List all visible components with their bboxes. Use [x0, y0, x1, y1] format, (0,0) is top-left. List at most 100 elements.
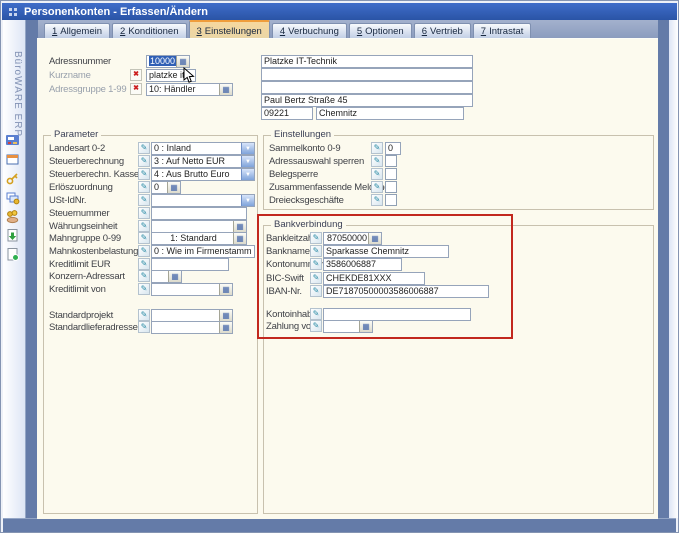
cards-icon[interactable] [5, 190, 21, 206]
plz-input[interactable]: 09221 [261, 107, 313, 120]
edit-icon[interactable]: ✎ [371, 168, 383, 180]
erloeszuordnung-input[interactable]: 0▦ [151, 181, 181, 194]
field-row: Dreiecksgeschäfte ✎ [269, 194, 469, 207]
import-icon[interactable] [5, 228, 21, 244]
clear-field-icon[interactable]: ✖ [130, 69, 142, 81]
tab-einstellungen[interactable]: 3Einstellungen [189, 20, 270, 38]
zahlung-von-input[interactable]: ▦ [323, 320, 373, 333]
belegsperre-checkbox[interactable] [385, 168, 397, 180]
edit-icon[interactable]: ✎ [371, 194, 383, 206]
field-row: Zahlung von ✎ ▦ [266, 320, 512, 333]
tab-vertrieb[interactable]: 6Vertrieb [414, 23, 471, 38]
edit-icon[interactable]: ✎ [138, 245, 150, 257]
edit-icon[interactable]: ✎ [138, 142, 150, 154]
dreiecksgeschaefte-checkbox[interactable] [385, 194, 397, 206]
lookup-button[interactable]: ▦ [176, 56, 189, 67]
field-label: Konzern-Adressart [49, 271, 125, 282]
lookup-button[interactable]: ▦ [219, 310, 232, 321]
lookup-button[interactable]: ▦ [219, 284, 232, 295]
field-label: Steuernummer [49, 208, 109, 219]
edit-icon[interactable]: ✎ [371, 142, 383, 154]
landesart-select[interactable]: 0 : Inland▼ [151, 142, 255, 155]
edit-icon[interactable]: ✎ [138, 321, 150, 333]
edit-icon[interactable]: ✎ [138, 168, 150, 180]
document-check-icon[interactable] [5, 247, 21, 263]
edit-icon[interactable]: ✎ [310, 258, 322, 270]
edit-icon[interactable]: ✎ [138, 155, 150, 167]
field-label: Dreiecksgeschäfte [269, 195, 344, 206]
steuernummer-input[interactable] [151, 207, 247, 220]
field-row: Steuernummer ✎ [49, 207, 255, 220]
edit-icon[interactable]: ✎ [310, 285, 322, 297]
kurzname-label: Kurzname [49, 70, 91, 81]
tab-konditionen[interactable]: 2Konditionen [112, 23, 186, 38]
name1-input[interactable]: Platzke IT-Technik [261, 55, 473, 68]
kontonummer-input[interactable]: 3586006887 [323, 258, 402, 271]
edit-icon[interactable]: ✎ [310, 232, 322, 244]
edit-icon[interactable]: ✎ [371, 155, 383, 167]
konzern-adressart-input[interactable]: ▦ [151, 270, 182, 283]
iban-input[interactable]: DE71870500003586006887 [323, 285, 489, 298]
bankleitzahl-input[interactable]: 87050000▦ [323, 232, 382, 245]
bic-swift-input[interactable]: CHEKDE81XXX [323, 272, 425, 285]
edit-icon[interactable]: ✎ [138, 207, 150, 219]
strasse-input[interactable]: Paul Bertz Straße 45 [261, 94, 473, 107]
mahnkostenbelastung-select[interactable]: 0 : Wie im Firmenstamm eing▼ [151, 245, 255, 258]
lookup-button[interactable]: ▦ [168, 271, 181, 282]
accounting-icon[interactable] [5, 133, 21, 149]
lookup-button[interactable]: ▦ [219, 84, 232, 95]
key-icon[interactable] [5, 171, 21, 187]
tab-verbuchung[interactable]: 4Verbuchung [272, 23, 347, 38]
lookup-button[interactable]: ▦ [167, 182, 180, 193]
dropdown-arrow-icon[interactable]: ▼ [241, 156, 254, 167]
standardlieferadresse-input[interactable]: ▦ [151, 321, 233, 334]
edit-icon[interactable]: ✎ [138, 194, 150, 206]
edit-icon[interactable]: ✎ [310, 320, 322, 332]
tab-intrastat[interactable]: 7Intrastat [473, 23, 532, 38]
edit-icon[interactable]: ✎ [138, 270, 150, 282]
lookup-button[interactable]: ▦ [233, 221, 246, 232]
adressauswahl-sperren-checkbox[interactable] [385, 155, 397, 167]
field-row: Steuerberechn. Kasse ✎ 4 : Aus Brutto Eu… [49, 168, 255, 181]
field-label: Steuerberechn. Kasse [49, 169, 139, 180]
steuerberechnung-select[interactable]: 3 : Auf Netto EUR▼ [151, 155, 255, 168]
mahngruppe-input[interactable]: 1: Standard▦ [151, 232, 247, 245]
field-label: Zahlung von [266, 321, 316, 332]
window-icon[interactable] [5, 152, 21, 168]
edit-icon[interactable]: ✎ [138, 258, 150, 270]
edit-icon[interactable]: ✎ [310, 245, 322, 257]
dropdown-arrow-icon[interactable]: ▼ [241, 143, 254, 154]
name2-input[interactable] [261, 68, 473, 81]
edit-icon[interactable]: ✎ [310, 308, 322, 320]
dropdown-arrow-icon[interactable]: ▼ [241, 169, 254, 180]
adressgruppe-label: Adressgruppe 1-99 [49, 84, 126, 95]
payments-icon[interactable] [5, 209, 21, 225]
lookup-button[interactable]: ▦ [368, 233, 381, 244]
ustidnr-select[interactable]: ▼ [151, 194, 255, 207]
clear-field-icon[interactable]: ✖ [130, 83, 142, 95]
kreditlimit-von-input[interactable]: ▦ [151, 283, 233, 296]
field-label: Kreditlimit von [49, 284, 106, 295]
adressgruppe-row: Adressgruppe 1-99 ✖ 10: Händler ▦ [49, 83, 259, 96]
zusammenfassende-meldung-checkbox[interactable] [385, 181, 397, 193]
edit-icon[interactable]: ✎ [310, 272, 322, 284]
edit-icon[interactable]: ✎ [371, 181, 383, 193]
sammelkonto-input[interactable]: 0 [385, 142, 401, 155]
edit-icon[interactable]: ✎ [138, 181, 150, 193]
dropdown-arrow-icon[interactable]: ▼ [241, 195, 254, 206]
edit-icon[interactable]: ✎ [138, 283, 150, 295]
lookup-button[interactable]: ▦ [233, 233, 246, 244]
field-label: USt-IdNr. [49, 195, 86, 206]
name3-input[interactable] [261, 81, 473, 94]
ort-input[interactable]: Chemnitz [316, 107, 464, 120]
field-row: Erlöszuordnung ✎ 0▦ [49, 181, 255, 194]
tab-optionen[interactable]: 5Optionen [349, 23, 412, 38]
bankname-input[interactable]: Sparkasse Chemnitz [323, 245, 449, 258]
edit-icon[interactable]: ✎ [138, 220, 150, 232]
lookup-button[interactable]: ▦ [359, 321, 372, 332]
edit-icon[interactable]: ✎ [138, 232, 150, 244]
tab-allgemein[interactable]: 1Allgemein [44, 23, 110, 38]
edit-icon[interactable]: ✎ [138, 309, 150, 321]
steuerberechn-kasse-select[interactable]: 4 : Aus Brutto Euro▼ [151, 168, 255, 181]
lookup-button[interactable]: ▦ [219, 322, 232, 333]
